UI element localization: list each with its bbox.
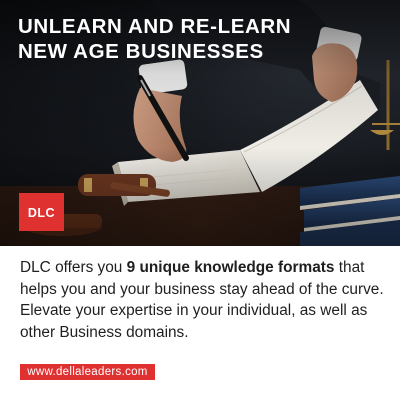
- body-copy: DLC offers you 9 unique knowledge format…: [20, 257, 388, 343]
- hero-photo: UNLEARN AND RE-LEARN NEW AGE BUSINESSES …: [0, 0, 400, 246]
- dlc-logo: DLC: [19, 193, 64, 231]
- body-copy-highlight: 9 unique knowledge formats: [126, 259, 335, 276]
- website-link[interactable]: www.dellaleaders.com: [20, 364, 155, 380]
- headline-line-1: UNLEARN AND RE-LEARN: [18, 15, 292, 38]
- body-copy-intro: DLC offers you: [20, 259, 127, 276]
- headline: UNLEARN AND RE-LEARN NEW AGE BUSINESSES: [18, 14, 291, 64]
- dlc-logo-text: DLC: [28, 206, 55, 220]
- headline-line-2: NEW AGE BUSINESSES: [18, 40, 264, 63]
- advertisement: UNLEARN AND RE-LEARN NEW AGE BUSINESSES …: [0, 0, 400, 404]
